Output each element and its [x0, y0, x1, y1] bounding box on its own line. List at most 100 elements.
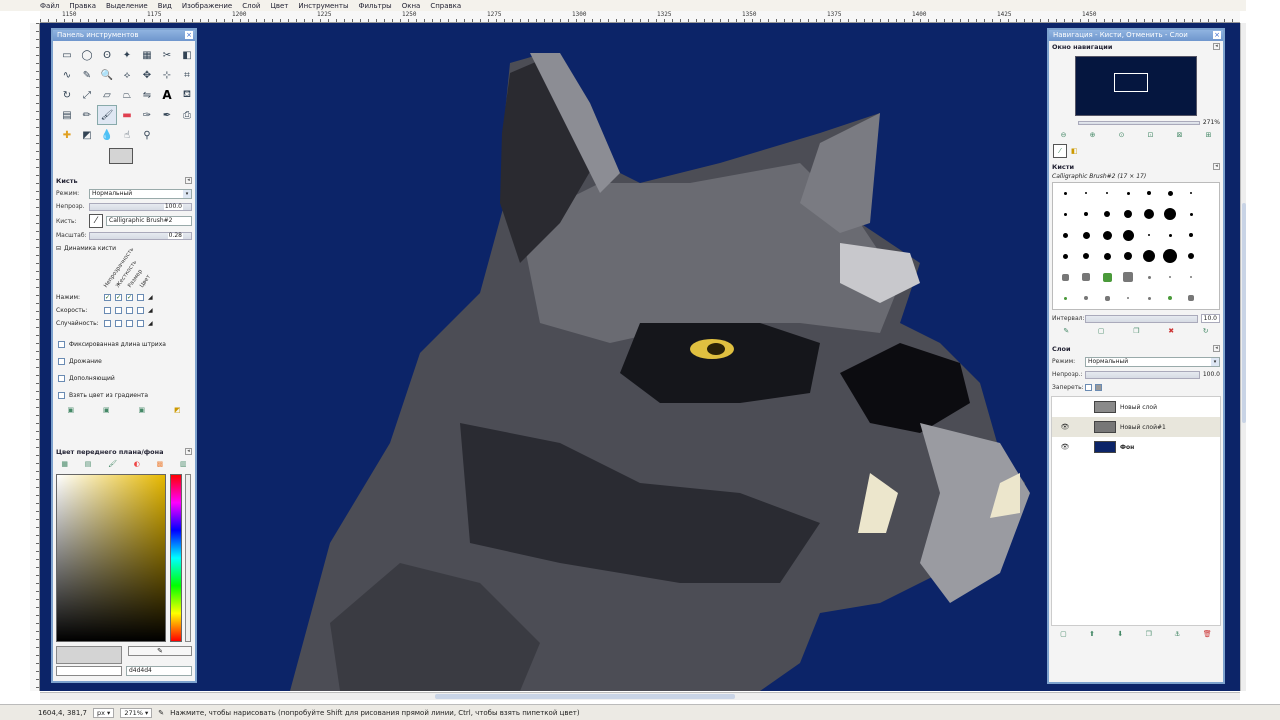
collapse-icon[interactable]: ⊟ — [56, 245, 61, 252]
zoom-select[interactable]: 271% ▾ — [120, 707, 153, 718]
horizontal-scrollbar[interactable] — [40, 692, 1240, 700]
ink-icon[interactable]: ✒ — [157, 105, 177, 125]
spacing-slider[interactable] — [1085, 314, 1198, 323]
move-icon[interactable]: ✥ — [137, 65, 157, 85]
navigation-viewport[interactable] — [1114, 73, 1148, 92]
color-swatch[interactable] — [53, 145, 199, 175]
brush-preset[interactable] — [1168, 296, 1172, 300]
dynamics-expander[interactable]: ⊟ Динамика кисти — [53, 242, 195, 255]
save-options-icon[interactable]: ▣ — [67, 406, 74, 414]
layers-mode-select[interactable]: Нормальный ▾ — [1085, 356, 1220, 367]
brush-preset[interactable] — [1147, 296, 1151, 300]
measure-icon[interactable]: ⟡ — [117, 65, 137, 85]
unit-select[interactable]: px ▾ — [92, 707, 115, 718]
opacity-slider[interactable]: 100.0 — [89, 202, 192, 211]
brush-preset[interactable] — [1189, 233, 1193, 237]
menu-item[interactable]: Фильтры — [358, 2, 391, 10]
refresh-brushes-icon[interactable]: ↻ — [1203, 327, 1209, 335]
brush-preset[interactable] — [1188, 253, 1194, 259]
brush-preset[interactable] — [1144, 209, 1154, 219]
hue-slider[interactable] — [170, 474, 182, 642]
brush-preset[interactable] — [1102, 272, 1112, 282]
dynamics-checkbox[interactable]: ✓ — [104, 294, 111, 301]
color-picker-button[interactable]: ✎ — [128, 646, 192, 656]
raise-layer-icon[interactable]: ⬆ — [1089, 630, 1095, 638]
dock-titlebar[interactable]: Навигация - Кисти, Отменить - Слои × — [1049, 30, 1223, 41]
brush-preset[interactable] — [1147, 191, 1151, 195]
configure-icon[interactable]: ◂ — [185, 448, 192, 455]
brush-preset[interactable] — [1084, 212, 1088, 216]
menu-item[interactable]: Цвет — [270, 2, 288, 10]
layer-thumbnail[interactable] — [1094, 421, 1116, 433]
brush-preset[interactable] — [1127, 297, 1129, 299]
dynamics-checkbox[interactable] — [137, 320, 144, 327]
reset-options-icon[interactable]: ◩ — [174, 406, 181, 414]
navigation-preview[interactable] — [1075, 56, 1197, 116]
brush-preset[interactable] — [1106, 192, 1108, 194]
clone-icon[interactable]: ⎙ — [177, 105, 197, 125]
cmyk-icon[interactable]: ▤ — [85, 460, 92, 468]
close-icon[interactable]: × — [185, 31, 193, 39]
new-brush-icon[interactable]: ▢ — [1098, 327, 1105, 335]
zoom-out-icon[interactable]: ⊖ — [1061, 131, 1067, 139]
eraser-icon[interactable]: ▬ — [117, 105, 137, 125]
dynamics-checkbox[interactable] — [137, 294, 144, 301]
brush-color-icon[interactable]: 🖌 — [108, 460, 117, 468]
toolbox-titlebar[interactable]: Панель инструментов × — [53, 30, 195, 41]
blend-icon[interactable]: ▤ — [57, 105, 77, 125]
duplicate-brush-icon[interactable]: ❐ — [1133, 327, 1139, 335]
brush-preset[interactable] — [1063, 212, 1067, 216]
brush-preset[interactable] — [1143, 250, 1155, 262]
brush-preset[interactable] — [1169, 276, 1171, 278]
brush-option-row[interactable]: Фиксированная длина штриха — [53, 336, 195, 353]
dynamics-checkbox[interactable] — [115, 320, 122, 327]
foreground-color[interactable] — [109, 148, 133, 164]
anchor-layer-icon[interactable]: ⚓ — [1174, 630, 1180, 638]
configure-icon[interactable]: ◂ — [185, 177, 192, 184]
new-layer-icon[interactable]: ▢ — [1060, 630, 1067, 638]
dynamics-checkbox[interactable] — [115, 307, 122, 314]
layers-opacity-slider[interactable] — [1085, 370, 1200, 379]
delete-options-icon[interactable]: ▣ — [138, 406, 145, 414]
bucket-fill-icon[interactable]: ⛾ — [177, 85, 197, 105]
zoom-100-icon[interactable]: ⊙ — [1119, 131, 1125, 139]
gimp-selector-icon[interactable]: ▦ — [61, 460, 68, 468]
horizontal-scroll-thumb[interactable] — [435, 694, 735, 699]
lock-alpha-checkbox[interactable] — [1095, 384, 1102, 391]
layer-name[interactable]: Новый слой#1 — [1120, 424, 1166, 431]
brush-preset[interactable] — [1164, 208, 1176, 220]
curve-icon[interactable]: ◢ — [148, 294, 153, 301]
tab-undo-icon[interactable]: ◧ — [1071, 147, 1078, 155]
perspective-icon[interactable]: ⏢ — [117, 85, 137, 105]
text-icon[interactable]: A — [157, 85, 177, 105]
eye-icon[interactable]: 👁 — [1052, 423, 1078, 431]
brush-preset[interactable] — [1147, 275, 1151, 279]
fuzzy-select-icon[interactable]: ✦ — [117, 45, 137, 65]
ellipse-select-icon[interactable]: ◯ — [77, 45, 97, 65]
smudge-icon[interactable]: ☝ — [117, 125, 137, 145]
shear-icon[interactable]: ▱ — [97, 85, 117, 105]
menu-item[interactable]: Файл — [40, 2, 59, 10]
nav-zoom-slider[interactable] — [1078, 120, 1200, 125]
brush-preset[interactable] — [1104, 295, 1110, 301]
edit-brush-icon[interactable]: ✎ — [1063, 327, 1069, 335]
brush-preset[interactable] — [1083, 253, 1089, 259]
delete-layer-icon[interactable]: 🗑 — [1203, 630, 1212, 638]
zoom-fit-icon[interactable]: ⊡ — [1148, 131, 1154, 139]
lasso-icon[interactable]: ʘ — [97, 45, 117, 65]
palette-icon[interactable]: ▩ — [157, 460, 164, 468]
brush-preset[interactable] — [1084, 296, 1088, 300]
brush-option-checkbox[interactable] — [58, 375, 65, 382]
layer-row[interactable]: 👁 Фон — [1052, 437, 1220, 457]
dynamics-checkbox[interactable]: ✓ — [126, 294, 133, 301]
brush-preset[interactable] — [1126, 191, 1130, 195]
mode-select[interactable]: Нормальный ▾ — [89, 188, 192, 199]
brush-preset[interactable] — [1167, 190, 1173, 196]
dynamics-checkbox[interactable] — [126, 320, 133, 327]
brush-preset[interactable] — [1124, 252, 1132, 260]
curve-icon[interactable]: ◢ — [148, 307, 153, 314]
paths-icon[interactable]: ∿ — [57, 65, 77, 85]
saturation-value-square[interactable] — [56, 474, 166, 642]
brush-preset[interactable] — [1190, 276, 1192, 278]
rotate-icon[interactable]: ↻ — [57, 85, 77, 105]
